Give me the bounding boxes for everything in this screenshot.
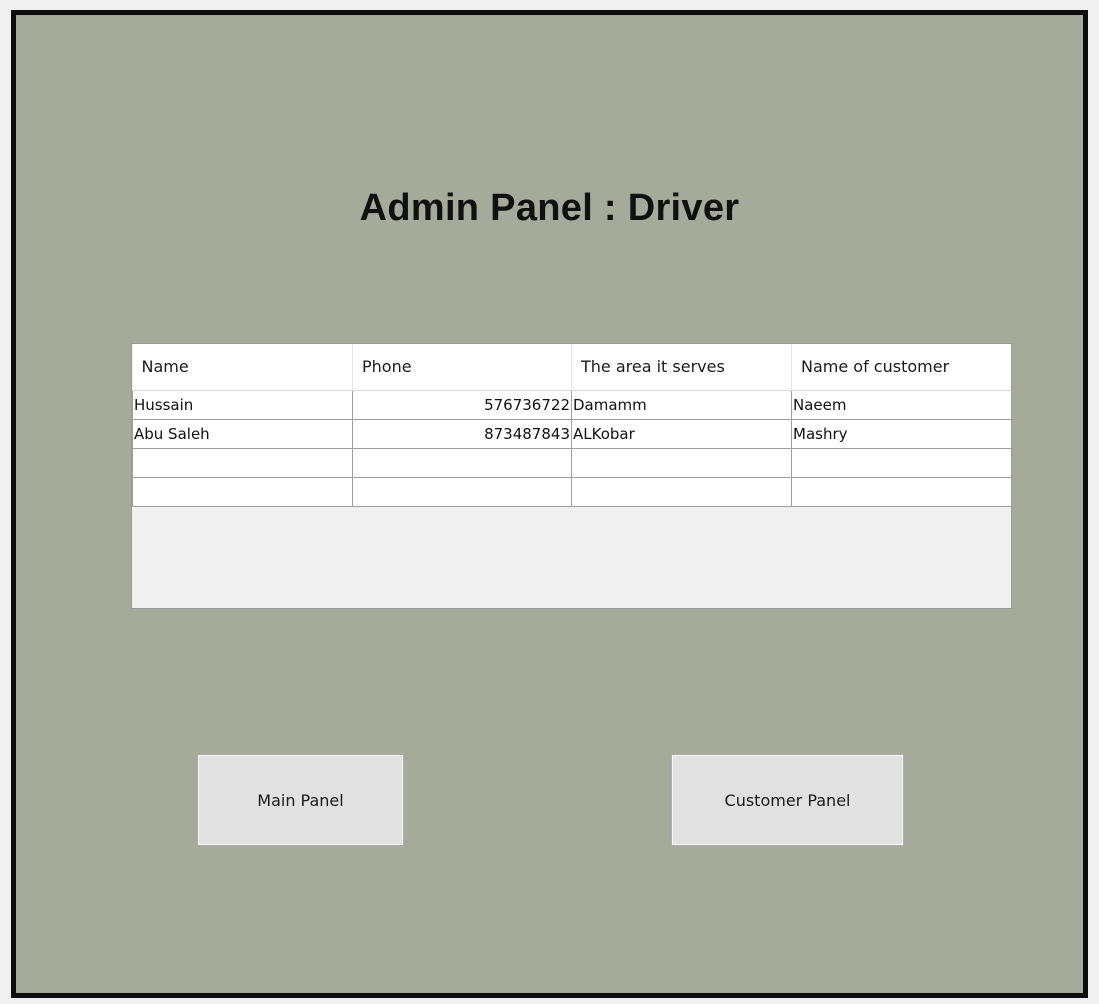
column-header-area[interactable]: The area it serves <box>571 344 792 391</box>
cell-area[interactable]: ALKobar <box>571 418 792 449</box>
cell-phone[interactable]: 576736722 <box>352 389 572 420</box>
column-header-name[interactable]: Name <box>132 344 353 391</box>
driver-table: Name Phone The area it serves Name of cu… <box>132 344 1011 507</box>
cell-customer[interactable] <box>791 447 1011 478</box>
cell-name[interactable] <box>132 476 353 507</box>
column-header-customer[interactable]: Name of customer <box>791 344 1011 391</box>
cell-phone[interactable] <box>352 447 572 478</box>
cell-area[interactable] <box>571 476 792 507</box>
column-header-phone[interactable]: Phone <box>352 344 572 391</box>
cell-phone[interactable]: 873487843 <box>352 418 572 449</box>
driver-data-grid[interactable]: Name Phone The area it serves Name of cu… <box>131 343 1012 609</box>
admin-driver-form: Admin Panel : Driver Name Phone The area… <box>11 10 1088 998</box>
table-row[interactable] <box>132 476 1011 507</box>
cell-customer[interactable] <box>791 476 1011 507</box>
cell-name[interactable]: Hussain <box>132 389 353 420</box>
table-row[interactable]: Hussain 576736722 Damamm Naeem <box>132 389 1011 420</box>
cell-area[interactable]: Damamm <box>571 389 792 420</box>
cell-customer[interactable]: Mashry <box>791 418 1011 449</box>
table-row[interactable]: Abu Saleh 873487843 ALKobar Mashry <box>132 418 1011 449</box>
cell-phone[interactable] <box>352 476 572 507</box>
page-title: Admin Panel : Driver <box>359 187 740 229</box>
cell-area[interactable] <box>571 447 792 478</box>
table-row[interactable] <box>132 447 1011 478</box>
cell-name[interactable] <box>132 447 353 478</box>
customer-panel-button[interactable]: Customer Panel <box>671 754 904 846</box>
cell-customer[interactable]: Naeem <box>791 389 1011 420</box>
cell-name[interactable]: Abu Saleh <box>132 418 353 449</box>
main-panel-button[interactable]: Main Panel <box>197 754 404 846</box>
header-row: Name Phone The area it serves Name of cu… <box>132 344 1011 391</box>
